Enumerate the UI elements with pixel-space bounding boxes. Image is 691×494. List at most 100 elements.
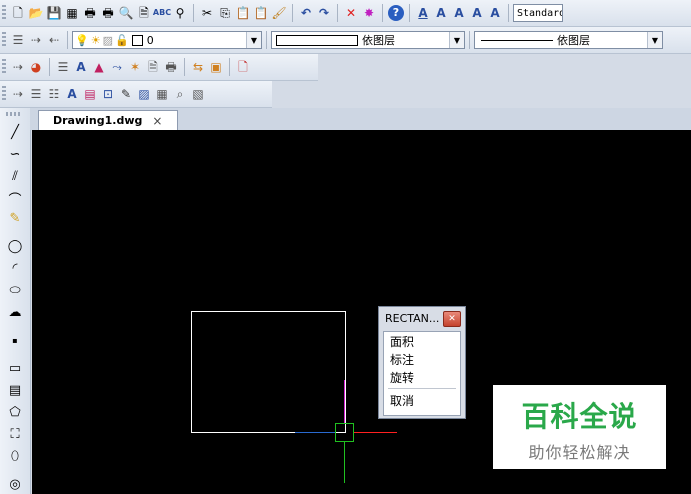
revcloud-icon[interactable]: ☁ <box>5 302 25 322</box>
line-icon[interactable]: ╱ <box>5 122 25 142</box>
layer-state-icon[interactable]: ⇢ <box>28 32 44 48</box>
polyline-edit-icon[interactable]: ⇆ <box>190 59 206 75</box>
scale-text-icon[interactable]: A <box>487 5 503 21</box>
edit-text-icon[interactable]: A <box>451 5 467 21</box>
toolbar-grip[interactable] <box>2 59 6 75</box>
donut-icon[interactable]: ◎ <box>5 474 25 494</box>
redo-icon[interactable]: ↷ <box>316 5 332 21</box>
layer-tool-icon[interactable]: ⇢ <box>10 59 26 75</box>
chevron-down-icon[interactable]: ▼ <box>647 32 662 48</box>
lineweight-preview <box>481 39 553 41</box>
tool-b-icon[interactable]: ☰ <box>28 86 44 102</box>
attribute-icon[interactable]: A <box>73 59 89 75</box>
layer-select[interactable]: 💡 ☀ ▨ 🔓 0 ▼ <box>72 31 262 49</box>
tab-drawing1[interactable]: Drawing1.dwg × <box>38 110 178 130</box>
separator <box>382 4 383 22</box>
chevron-down-icon[interactable]: ▼ <box>449 32 464 48</box>
text-tool-icon[interactable]: A <box>64 86 80 102</box>
ellipse-icon[interactable]: ⬭ <box>5 280 25 300</box>
separator <box>409 4 410 22</box>
cut-icon[interactable]: ✂ <box>199 5 215 21</box>
single-line-text-icon[interactable]: A <box>433 5 449 21</box>
rectang-option-popup: RECTAN... ✕ 面积 标注 旋转 取消 <box>378 306 466 419</box>
tool-c-icon[interactable]: ☷ <box>46 86 62 102</box>
copy-icon[interactable]: ⎘ <box>217 5 233 21</box>
find-block-icon[interactable]: ⌕ <box>172 86 188 102</box>
purge-icon[interactable]: ✸ <box>361 5 377 21</box>
menu-item-dimensions[interactable]: 标注 <box>384 350 460 368</box>
lineweight-select[interactable]: 依图层 ▼ <box>474 31 663 49</box>
polygon-icon[interactable]: ⬠ <box>5 402 25 422</box>
print-preview-icon[interactable]: 🔍 <box>118 5 134 21</box>
layer-color-swatch <box>131 34 143 46</box>
boundary-icon[interactable]: ⬯ <box>5 446 25 466</box>
construction-line-icon[interactable]: ∽ <box>5 144 25 164</box>
toolbar-grip[interactable] <box>2 32 6 48</box>
separator <box>469 31 470 49</box>
open-file-icon[interactable]: 📂 <box>28 5 44 21</box>
circle-icon[interactable]: ◯ <box>5 236 25 256</box>
block-tool-icon[interactable]: ☰ <box>55 59 71 75</box>
save-icon[interactable]: 💾 <box>46 5 62 21</box>
plot-icon[interactable]: 🖶 <box>100 5 116 21</box>
marker-tool-icon[interactable]: ✎ <box>118 86 134 102</box>
image-icon[interactable]: ▲ <box>91 59 107 75</box>
chevron-down-icon[interactable]: ▼ <box>246 32 261 48</box>
toolbar-grip[interactable] <box>6 112 22 116</box>
region-draw-icon[interactable]: ⛶ <box>5 424 25 444</box>
arc-icon[interactable]: ◜ <box>5 258 25 278</box>
separator <box>67 31 68 49</box>
help-icon[interactable]: ? <box>388 5 404 21</box>
erase-icon[interactable]: ✕ <box>343 5 359 21</box>
menu-item-cancel[interactable]: 取消 <box>384 391 460 409</box>
xref-icon[interactable]: ⤳ <box>109 59 125 75</box>
sketch-icon[interactable]: ✎ <box>5 208 25 228</box>
print-icon[interactable]: 🖶 <box>82 5 98 21</box>
modify-toolbar: ⇢ ◕ ☰ A ▲ ⤳ ✶ 🗎 🖶 ⇆ ▣ 🗋 <box>0 54 318 81</box>
tool-a-icon[interactable]: ⇢ <box>10 86 26 102</box>
frame-tool-icon[interactable]: ▤ <box>82 86 98 102</box>
new-file-icon[interactable]: 🗋 <box>10 5 26 21</box>
image-tool-icon[interactable]: ▨ <box>136 86 152 102</box>
table-tool-icon[interactable]: ▦ <box>154 86 170 102</box>
hatch-icon[interactable]: ▤ <box>5 380 25 400</box>
explode-icon[interactable]: ✶ <box>127 59 143 75</box>
rectangle-icon[interactable]: ▭ <box>5 358 25 378</box>
match-properties-icon[interactable]: 🖌 <box>271 5 287 21</box>
text-style-select[interactable]: Standard <box>513 4 563 22</box>
text-find-icon[interactable]: A <box>469 5 485 21</box>
save-as-icon[interactable]: ▦ <box>64 5 80 21</box>
color-wheel-icon[interactable]: ◕ <box>28 59 44 75</box>
find-icon[interactable]: ⚲ <box>172 5 188 21</box>
layer-on-icon: 💡 <box>75 33 89 47</box>
menu-item-area[interactable]: 面积 <box>384 332 460 350</box>
separator <box>229 58 230 76</box>
paste-special-icon[interactable]: 📋 <box>253 5 269 21</box>
publish-icon[interactable]: 🗎 <box>136 5 152 21</box>
paste-icon[interactable]: 📋 <box>235 5 251 21</box>
linetype-select[interactable]: 依图层 ▼ <box>271 31 465 49</box>
undo-icon[interactable]: ↶ <box>298 5 314 21</box>
spell-check-icon[interactable]: ABC <box>153 5 171 21</box>
region-icon[interactable]: ▣ <box>208 59 224 75</box>
close-icon[interactable]: × <box>152 114 162 128</box>
toolbar-grip[interactable] <box>2 86 6 102</box>
toolbar-grip[interactable] <box>2 5 6 21</box>
polyline-icon[interactable]: ⌒ <box>5 188 25 208</box>
point-icon[interactable]: ▪ <box>5 330 25 350</box>
plot-doc-icon[interactable]: 🖶 <box>163 59 179 75</box>
menu-item-rotate[interactable]: 旋转 <box>384 368 460 386</box>
linetype-label: 依图层 <box>362 34 395 47</box>
separator <box>292 4 293 22</box>
layer-unlock-icon: 🔓 <box>114 33 129 47</box>
draw-toolbar: ╱ ∽ ⫽ ⌒ ✎ ◯ ◜ ⬭ ☁ ▪ ▭ ▤ ⬠ ⛶ ⬯ ◎ <box>0 108 31 494</box>
close-icon[interactable]: ✕ <box>443 311 461 327</box>
layout-tool-icon[interactable]: ▧ <box>190 86 206 102</box>
layer-previous-icon[interactable]: ⇠ <box>46 32 62 48</box>
layer-manager-icon[interactable]: ☰ <box>10 32 26 48</box>
new-sheet-icon[interactable]: 🗋 <box>235 59 251 75</box>
dimension-tool-icon[interactable]: ⊡ <box>100 86 116 102</box>
multiline-icon[interactable]: ⫽ <box>5 166 25 186</box>
publish-doc-icon[interactable]: 🗎 <box>145 59 161 75</box>
text-style-icon[interactable]: A <box>415 5 431 21</box>
